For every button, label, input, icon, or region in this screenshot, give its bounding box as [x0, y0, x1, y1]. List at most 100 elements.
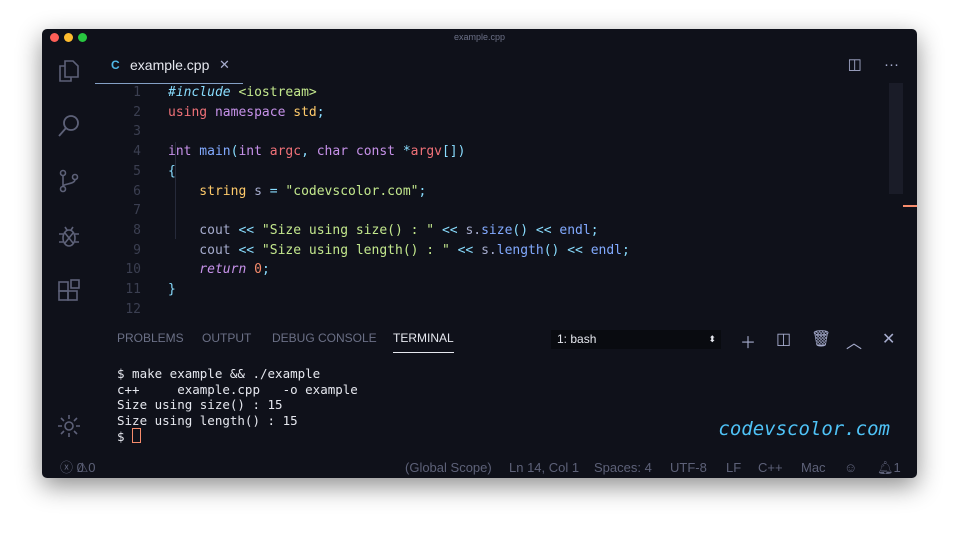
- watermark: codevscolor.com: [718, 418, 890, 440]
- line-number: 10: [125, 262, 141, 278]
- code-token: ;: [261, 262, 270, 278]
- indentation-status[interactable]: Spaces: 4: [594, 458, 652, 478]
- extensions-icon[interactable]: [56, 278, 82, 304]
- code-token: int: [238, 144, 262, 160]
- files-icon[interactable]: [56, 58, 82, 84]
- language-status[interactable]: C++: [758, 458, 783, 478]
- maximize-panel-icon[interactable]: ︿: [846, 329, 862, 353]
- code-token: std: [285, 104, 317, 120]
- problems-status[interactable]: ⓧ 0 ⚠ 0: [60, 458, 96, 478]
- code-token: s: [246, 183, 270, 199]
- trash-icon[interactable]: 🗑: [811, 329, 831, 349]
- split-editor-icon[interactable]: ◫: [848, 56, 862, 73]
- code-token: ;: [316, 104, 325, 120]
- feedback-smiley-icon[interactable]: ☺: [844, 458, 857, 478]
- error-count: 0: [76, 460, 84, 475]
- line-number: 2: [133, 104, 141, 120]
- code-token: endl: [559, 222, 591, 238]
- code-token: argc: [261, 144, 302, 160]
- terminal-select[interactable]: 1: bash ⬍: [551, 330, 721, 349]
- maximize-window-button[interactable]: [78, 33, 87, 42]
- code-token: }: [168, 282, 176, 297]
- line-number: 6: [133, 183, 141, 199]
- code-token: argv: [410, 144, 442, 160]
- minimap[interactable]: [889, 83, 903, 194]
- terminal-line: $ make example && ./example: [117, 366, 321, 381]
- tab-output[interactable]: OUTPUT: [202, 331, 251, 345]
- select-arrows-icon: ⬍: [708, 334, 716, 344]
- editor-window: example.cpp C example.cpp ✕ ◫ ··· 1 #incl…: [42, 29, 917, 478]
- terminal-select-value: 1: bash: [557, 332, 597, 346]
- code-token: ,: [301, 144, 317, 160]
- code-token: string: [168, 183, 247, 199]
- line-number: 12: [125, 301, 141, 317]
- code-token: using: [168, 104, 208, 120]
- code-line: string s = "codevscolor.com";: [168, 184, 426, 199]
- terminal-line: c++ example.cpp -o example: [117, 381, 358, 397]
- encoding-status[interactable]: UTF-8: [670, 458, 707, 478]
- cursor-position[interactable]: Ln 14, Col 1: [509, 458, 579, 478]
- code-token: 0: [246, 262, 262, 278]
- code-token: cout: [168, 242, 239, 258]
- code-token: <<: [434, 222, 466, 238]
- notifications-bell-icon[interactable]: 🔔︎ 1: [877, 458, 901, 478]
- code-token: "Size using size() : ": [254, 222, 435, 238]
- line-number: 1: [133, 85, 141, 100]
- search-icon[interactable]: [56, 113, 82, 139]
- debug-icon[interactable]: [56, 223, 82, 249]
- code-line: cout << "Size using size() : " << s.size…: [168, 222, 599, 238]
- code-token: ;: [590, 222, 599, 238]
- code-token: "codevscolor.com": [277, 183, 419, 199]
- platform-status[interactable]: Mac: [801, 458, 826, 478]
- status-bar: ⓧ 0 ⚠ 0 (Global Scope) Ln 14, Col 1 Spac…: [42, 458, 917, 478]
- tab-problems[interactable]: PROBLEMS: [117, 331, 184, 345]
- code-token: =: [269, 183, 278, 199]
- code-token: <iostream>: [230, 85, 317, 100]
- code-token: []): [441, 144, 466, 160]
- source-control-icon[interactable]: [56, 168, 82, 194]
- terminal-cursor: [132, 428, 142, 443]
- code-token: <<: [238, 242, 255, 258]
- code-line: #include <iostream>: [168, 85, 317, 100]
- code-token: ;: [418, 183, 427, 199]
- scrollbar-marker: [903, 205, 917, 207]
- code-token: endl: [590, 242, 622, 258]
- code-token: ;: [622, 242, 630, 258]
- new-terminal-icon[interactable]: ＋: [740, 329, 756, 353]
- code-token: char const: [316, 144, 396, 160]
- code-token: #include: [168, 85, 231, 100]
- code-token: s.: [465, 222, 482, 238]
- minimize-window-button[interactable]: [64, 33, 73, 42]
- code-token: length: [496, 242, 544, 258]
- tab-terminal[interactable]: TERMINAL: [393, 331, 454, 353]
- settings-gear-icon[interactable]: [56, 413, 82, 439]
- more-actions-icon[interactable]: ···: [884, 56, 899, 73]
- split-terminal-icon[interactable]: ◫: [776, 329, 791, 349]
- code-token: namespace: [207, 104, 286, 120]
- line-number: 7: [133, 203, 141, 219]
- code-line: }: [168, 282, 176, 297]
- code-token: <<: [559, 242, 591, 258]
- terminal-line: Size using length() : 15: [117, 412, 298, 428]
- code-token: int: [168, 144, 192, 160]
- tab-example-cpp[interactable]: C example.cpp ✕: [95, 46, 243, 84]
- code-line: int main(int argc, char const *argv[]): [168, 144, 465, 159]
- close-tab-icon[interactable]: ✕: [219, 46, 230, 84]
- indent-guide: [175, 142, 176, 239]
- tab-debug-console[interactable]: DEBUG CONSOLE: [272, 331, 377, 345]
- eol-status[interactable]: LF: [726, 458, 741, 478]
- close-panel-icon[interactable]: ✕: [882, 329, 895, 349]
- line-number: 9: [133, 242, 141, 258]
- code-token: (): [512, 222, 529, 238]
- terminal-output[interactable]: $ make example && ./example c++ example.c…: [117, 366, 358, 445]
- warning-count: 0: [88, 460, 96, 475]
- terminal-prompt: $: [117, 429, 133, 444]
- code-token: size: [481, 222, 513, 238]
- notification-count: 1: [893, 460, 901, 475]
- line-number: 8: [133, 222, 141, 238]
- close-window-button[interactable]: [50, 33, 59, 42]
- scope-status[interactable]: (Global Scope): [405, 458, 492, 478]
- code-token: cout: [168, 222, 239, 238]
- line-number: 11: [125, 282, 141, 297]
- code-line: cout << "Size using length() : " << s.le…: [168, 243, 630, 258]
